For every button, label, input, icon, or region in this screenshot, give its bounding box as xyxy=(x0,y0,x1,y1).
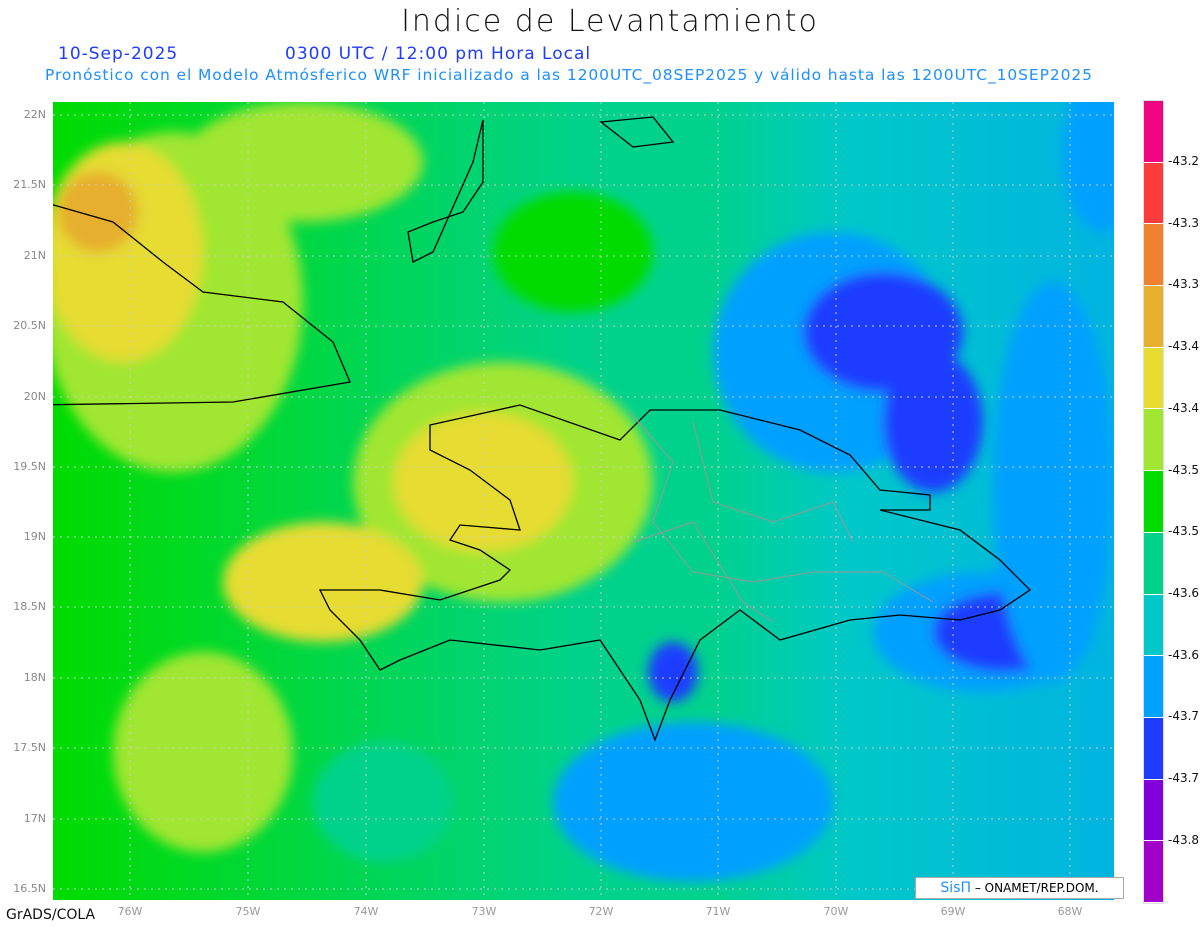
colorbar-label: -43.6 xyxy=(1168,647,1200,662)
lon-label: 76W xyxy=(117,905,143,918)
lat-label: 19N xyxy=(23,530,46,543)
colorbar-swatch xyxy=(1144,532,1163,595)
sispi-logo: SisΠ xyxy=(940,880,972,896)
colorbar-swatch xyxy=(1144,224,1163,287)
colorbar-label: -43.2 xyxy=(1168,154,1200,168)
colorbar-swatch xyxy=(1144,594,1163,657)
lat-label: 20.5N xyxy=(13,319,46,332)
colorbar-swatch xyxy=(1144,409,1163,472)
onamet-credit-box: SisΠ – ONAMET/REP.DOM. xyxy=(915,877,1124,899)
lon-label: 69W xyxy=(940,905,966,918)
lon-label: 71W xyxy=(705,905,731,918)
colorbar xyxy=(1143,100,1164,904)
credit-text: – ONAMET/REP.DOM. xyxy=(971,881,1099,895)
map-title: Indice de Levantamiento xyxy=(401,4,819,39)
colorbar-label: -43.7 xyxy=(1168,771,1200,785)
lat-label: 22N xyxy=(23,108,46,121)
colorbar-swatch xyxy=(1144,656,1163,718)
colorbar-swatch xyxy=(1144,717,1163,780)
lat-label: 18N xyxy=(23,671,46,684)
colorbar-label: -43.7 xyxy=(1168,709,1200,724)
lifted-index-map xyxy=(53,102,1114,900)
colorbar-label: -43.3 xyxy=(1168,215,1200,230)
lat-label: 17.5N xyxy=(13,741,46,754)
lat-label: 21.5N xyxy=(13,178,46,191)
lat-label: 18.5N xyxy=(13,600,46,613)
colorbar-label: -43.5 xyxy=(1168,462,1200,477)
colorbar-swatch xyxy=(1144,471,1163,533)
colorbar-swatch xyxy=(1144,162,1163,225)
lat-label: 19.5N xyxy=(13,460,46,473)
colorbar-label: -43.6 xyxy=(1168,585,1200,600)
lat-label: 17N xyxy=(23,812,46,825)
lon-label: 68W xyxy=(1057,905,1083,918)
colorbar-label: -43.4 xyxy=(1168,339,1200,354)
grads-credit: GrADS/COLA xyxy=(6,907,96,923)
lon-label: 74W xyxy=(353,905,379,918)
forecast-time: 0300 UTC / 12:00 pm Hora Local xyxy=(285,44,592,64)
lat-label: 21N xyxy=(23,249,46,262)
lon-label: 73W xyxy=(471,905,497,918)
colorbar-label: -43.8 xyxy=(1168,832,1200,847)
lat-label: 20N xyxy=(23,390,46,403)
colorbar-swatch xyxy=(1144,841,1163,903)
lat-label: 16.5N xyxy=(13,882,46,895)
colorbar-label: -43.5 xyxy=(1168,524,1200,539)
colorbar-swatch xyxy=(1144,286,1163,348)
colorbar-swatch xyxy=(1144,347,1163,410)
colorbar-label: -43.3 xyxy=(1168,277,1200,292)
forecast-date: 10-Sep-2025 xyxy=(58,44,179,64)
lon-label: 70W xyxy=(823,905,849,918)
lon-label: 75W xyxy=(235,905,261,918)
colorbar-swatch xyxy=(1144,101,1163,163)
colorbar-swatch xyxy=(1144,779,1163,842)
colorbar-label: -43.4 xyxy=(1168,400,1200,415)
model-subtitle: Pronóstico con el Modelo Atmósferico WRF… xyxy=(45,66,1093,84)
lon-label: 72W xyxy=(588,905,614,918)
